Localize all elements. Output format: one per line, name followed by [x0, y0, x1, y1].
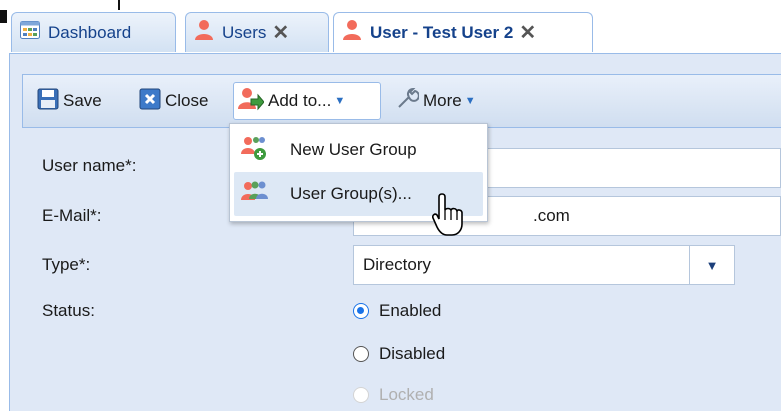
tab-user-detail[interactable]: User - Test User 2 ✕: [333, 12, 593, 52]
status-locked-radio: Locked: [353, 385, 434, 405]
add-to-button[interactable]: Add to... ▼: [233, 82, 381, 120]
menu-item-label: User Group(s)...: [290, 184, 412, 203]
add-to-label: Add to...: [268, 91, 332, 110]
close-button[interactable]: Close: [135, 82, 212, 120]
wrench-icon: [395, 87, 420, 116]
radio-icon: [353, 346, 369, 362]
save-icon: [37, 88, 59, 115]
chevron-down-icon: ▼: [705, 257, 719, 273]
radio-label: Disabled: [379, 344, 446, 363]
more-label: More: [423, 91, 462, 110]
email-label: E-Mail*:: [42, 206, 102, 225]
tab-dashboard[interactable]: Dashboard: [11, 12, 176, 52]
close-icon[interactable]: ✕: [519, 20, 536, 45]
user-group-add-icon: [240, 135, 268, 166]
type-value: Directory: [363, 255, 432, 274]
status-label: Status:: [42, 301, 95, 320]
user-icon: [194, 19, 214, 46]
user-icon: [342, 19, 362, 46]
type-select[interactable]: Directory: [353, 245, 735, 285]
toolbar: Save Close Add to... ▼ More ▼: [22, 74, 781, 128]
add-user-icon: [238, 87, 265, 116]
close-icon: [139, 88, 161, 115]
save-label: Save: [63, 91, 102, 110]
edge-artifact: [118, 0, 120, 10]
radio-label: Enabled: [379, 301, 442, 320]
tab-label: Dashboard: [48, 22, 132, 42]
hand-cursor-icon: [432, 192, 466, 243]
email-value: .com: [533, 206, 570, 225]
status-disabled-radio[interactable]: Disabled: [353, 344, 445, 364]
close-icon[interactable]: ✕: [272, 20, 289, 45]
user-group-icon: [240, 179, 268, 210]
status-enabled-radio[interactable]: Enabled: [353, 301, 441, 321]
radio-selected-icon: [353, 303, 369, 319]
save-button[interactable]: Save: [33, 82, 106, 120]
tab-label: Users: [222, 22, 267, 42]
username-label: User name*:: [42, 156, 137, 175]
tab-users[interactable]: Users ✕: [185, 12, 329, 52]
radio-disabled-icon: [353, 387, 369, 403]
type-label: Type*:: [42, 255, 91, 274]
more-button[interactable]: More ▼: [391, 82, 480, 120]
tab-bar: Dashboard Users ✕ User - Test User 2 ✕: [9, 10, 781, 54]
close-label: Close: [165, 91, 209, 110]
dashboard-icon: [20, 21, 40, 44]
chevron-down-icon: ▼: [334, 95, 346, 107]
type-dropdown-button[interactable]: ▼: [689, 245, 735, 285]
menu-item-label: New User Group: [290, 140, 417, 159]
menu-item-new-user-group[interactable]: New User Group: [234, 128, 483, 172]
chevron-down-icon: ▼: [464, 95, 476, 107]
radio-label: Locked: [379, 385, 434, 404]
user-detail-panel: Save Close Add to... ▼ More ▼ User name*…: [9, 54, 781, 411]
edge-artifact: [0, 10, 7, 23]
tab-label: User - Test User 2: [370, 22, 514, 42]
